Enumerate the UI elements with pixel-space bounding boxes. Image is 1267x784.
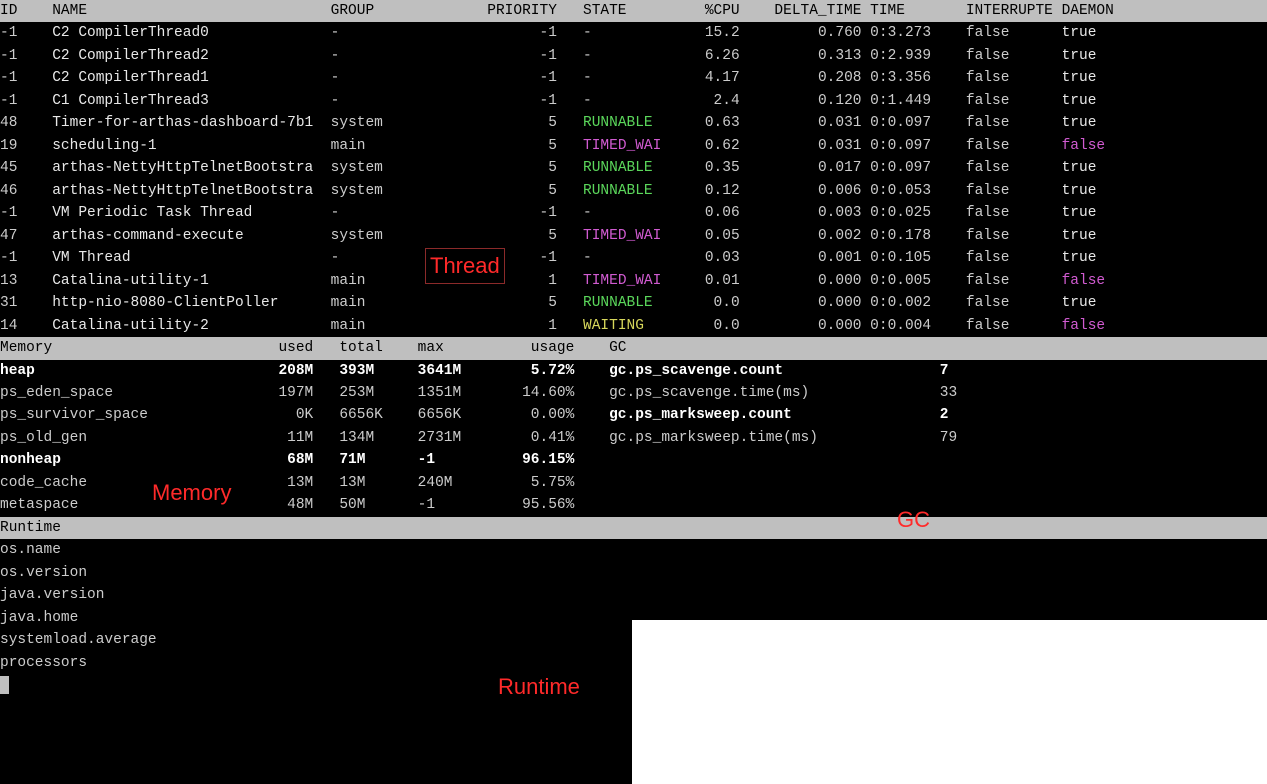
thread-row: 47 arthas-command-execute system 5 TIMED… (0, 225, 1267, 247)
runtime-header: Runtime (0, 517, 1267, 539)
memory-gc-row: nonheap 68M 71M -1 96.15% (0, 449, 1267, 471)
annotation-memory: Memory (152, 476, 231, 510)
runtime-row: java.version (0, 584, 1267, 606)
runtime-row: os.version (0, 562, 1267, 584)
annotation-thread: Thread (425, 248, 505, 284)
runtime-row: os.name (0, 539, 1267, 561)
memory-gc-row: ps_old_gen 11M 134M 2731M 0.41% gc.ps_ma… (0, 427, 1267, 449)
thread-row: 48 Timer-for-arthas-dashboard-7b1 system… (0, 112, 1267, 134)
memory-gc-row: ps_eden_space 197M 253M 1351M 14.60% gc.… (0, 382, 1267, 404)
thread-row: 45 arthas-NettyHttpTelnetBootstra system… (0, 157, 1267, 179)
blank-panel (632, 620, 1267, 784)
annotation-runtime: Runtime (498, 670, 580, 704)
thread-row: 19 scheduling-1 main 5 TIMED_WAI 0.62 0.… (0, 135, 1267, 157)
thread-row: 14 Catalina-utility-2 main 1 WAITING 0.0… (0, 315, 1267, 337)
memory-gc-row: heap 208M 393M 3641M 5.72% gc.ps_scaveng… (0, 360, 1267, 382)
thread-row: 46 arthas-NettyHttpTelnetBootstra system… (0, 180, 1267, 202)
thread-row: -1 C1 CompilerThread3 - -1 - 2.4 0.120 0… (0, 90, 1267, 112)
memory-gc-header: Memory used total max usage GC (0, 337, 1267, 359)
thread-table-header: ID NAME GROUP PRIORITY STATE %CPU DELTA_… (0, 0, 1267, 22)
annotation-gc: GC (897, 503, 930, 537)
thread-row: -1 C2 CompilerThread2 - -1 - 6.26 0.313 … (0, 45, 1267, 67)
memory-gc-row: ps_survivor_space 0K 6656K 6656K 0.00% g… (0, 404, 1267, 426)
thread-row: -1 VM Thread - -1 - 0.03 0.001 0:0.105 f… (0, 247, 1267, 269)
thread-row: -1 C2 CompilerThread1 - -1 - 4.17 0.208 … (0, 67, 1267, 89)
thread-row: -1 C2 CompilerThread0 - -1 - 15.2 0.760 … (0, 22, 1267, 44)
thread-row: -1 VM Periodic Task Thread - -1 - 0.06 0… (0, 202, 1267, 224)
terminal-cursor (0, 676, 9, 694)
thread-row: 13 Catalina-utility-1 main 1 TIMED_WAI 0… (0, 270, 1267, 292)
thread-row: 31 http-nio-8080-ClientPoller main 5 RUN… (0, 292, 1267, 314)
thread-table-body: -1 C2 CompilerThread0 - -1 - 15.2 0.760 … (0, 22, 1267, 337)
